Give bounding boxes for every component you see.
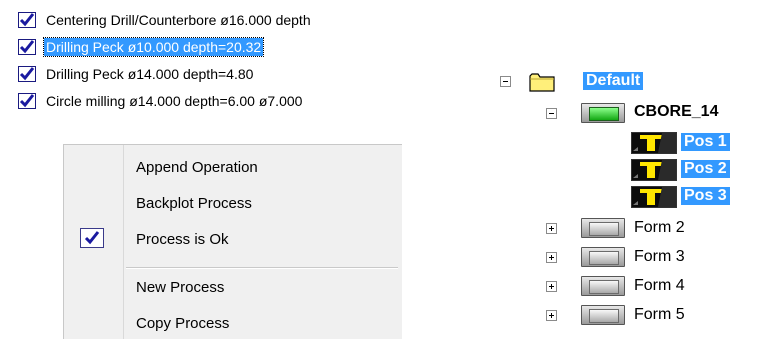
checkbox-checked-icon[interactable] bbox=[18, 93, 36, 109]
operation-group-icon bbox=[581, 305, 625, 325]
tree-node-form[interactable]: Form 3 bbox=[634, 248, 685, 266]
tree-node-form[interactable]: Form 5 bbox=[634, 306, 685, 324]
operation-label: Drilling Peck ø14.000 depth=4.80 bbox=[46, 66, 254, 82]
expand-icon[interactable] bbox=[546, 281, 557, 292]
menu-item-copy-process[interactable]: Copy Process bbox=[136, 315, 229, 332]
menu-gutter-divider bbox=[123, 145, 124, 339]
position-icon bbox=[631, 186, 677, 208]
operation-row[interactable]: Circle milling ø14.000 depth=6.00 ø7.000 bbox=[18, 90, 304, 112]
operation-label: Circle milling ø14.000 depth=6.00 ø7.000 bbox=[46, 93, 303, 109]
checkbox-checked-icon[interactable] bbox=[18, 12, 36, 28]
tree-node-position[interactable]: Pos 2 bbox=[681, 160, 730, 178]
position-icon bbox=[631, 159, 677, 181]
operations-panel: Centering Drill/Counterbore ø16.000 dept… bbox=[0, 0, 402, 339]
expand-icon[interactable] bbox=[546, 252, 557, 263]
checkbox-checked-icon[interactable] bbox=[18, 66, 36, 82]
menu-check-icon bbox=[80, 228, 104, 248]
checkbox-checked-icon[interactable] bbox=[18, 39, 36, 55]
operation-group-icon bbox=[581, 218, 625, 238]
operation-row[interactable]: Drilling Peck ø14.000 depth=4.80 bbox=[18, 63, 255, 85]
folder-icon bbox=[529, 73, 555, 92]
process-tree: Default CBORE_14 Pos 1 Pos 2 Pos 3 Form … bbox=[470, 60, 762, 338]
position-icon bbox=[631, 132, 677, 154]
operation-group-icon bbox=[581, 103, 625, 123]
expand-icon[interactable] bbox=[546, 310, 557, 321]
operation-row[interactable]: Centering Drill/Counterbore ø16.000 dept… bbox=[18, 9, 313, 31]
tree-node-cbore[interactable]: CBORE_14 bbox=[634, 103, 718, 121]
menu-item-new-process[interactable]: New Process bbox=[136, 279, 224, 296]
menu-separator bbox=[126, 267, 398, 269]
collapse-icon[interactable] bbox=[500, 76, 511, 87]
collapse-icon[interactable] bbox=[546, 108, 557, 119]
operation-group-icon bbox=[581, 247, 625, 267]
operation-row-selected[interactable]: Drilling Peck ø10.000 depth=20.32 bbox=[18, 36, 265, 58]
menu-item-backplot-process[interactable]: Backplot Process bbox=[136, 195, 252, 212]
operation-label: Drilling Peck ø10.000 depth=20.32 bbox=[42, 37, 265, 57]
tree-node-default[interactable]: Default bbox=[583, 72, 644, 90]
tree-node-form[interactable]: Form 2 bbox=[634, 219, 685, 237]
tree-node-position[interactable]: Pos 1 bbox=[681, 133, 730, 151]
menu-item-process-is-ok[interactable]: Process is Ok bbox=[136, 231, 229, 248]
tree-node-position[interactable]: Pos 3 bbox=[681, 187, 730, 205]
expand-icon[interactable] bbox=[546, 223, 557, 234]
menu-item-append-operation[interactable]: Append Operation bbox=[136, 159, 258, 176]
context-menu: Append Operation Backplot Process Proces… bbox=[63, 144, 402, 339]
operation-label: Centering Drill/Counterbore ø16.000 dept… bbox=[46, 12, 311, 28]
operation-group-icon bbox=[581, 276, 625, 296]
tree-node-form[interactable]: Form 4 bbox=[634, 277, 685, 295]
